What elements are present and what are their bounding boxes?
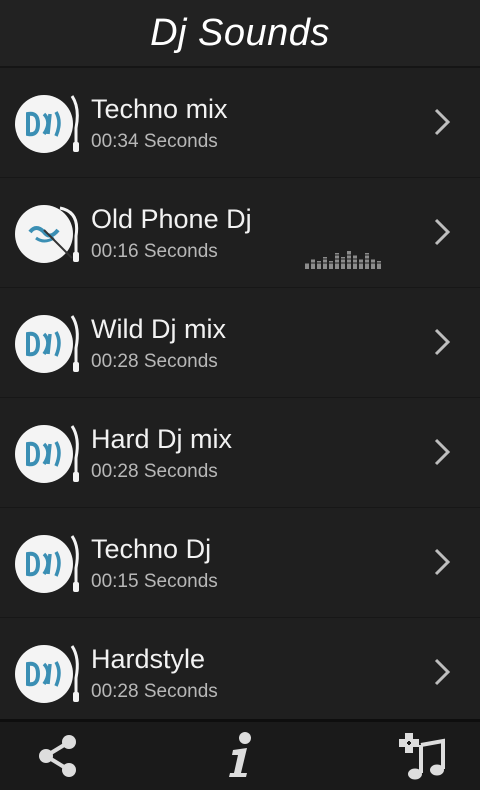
sound-item-hardstyle[interactable]: Hardstyle 00:28 Seconds <box>0 618 480 728</box>
bottom-toolbar <box>0 719 480 790</box>
sound-list: Techno mix 00:34 Seconds Old Phone Dj 00… <box>0 68 480 728</box>
song-title: Techno Dj <box>91 534 212 564</box>
chevron-right-icon <box>434 328 451 356</box>
sound-item-techno-dj[interactable]: Techno Dj 00:15 Seconds <box>0 508 480 618</box>
share-icon <box>39 735 76 777</box>
song-title: Hard Dj mix <box>91 424 233 454</box>
song-duration: 00:28 Seconds <box>91 681 218 702</box>
dj-logo-icon <box>15 315 79 373</box>
equalizer-icon <box>305 251 383 269</box>
song-title: Hardstyle <box>91 644 206 674</box>
dj-logo-icon <box>15 95 79 153</box>
dj-logo-icon <box>15 645 79 703</box>
song-duration: 00:34 Seconds <box>91 131 218 152</box>
chevron-right-icon <box>434 438 451 466</box>
song-duration: 00:16 Seconds <box>91 241 218 262</box>
song-duration: 00:15 Seconds <box>91 571 218 592</box>
sound-item-wild-dj-mix[interactable]: Wild Dj mix 00:28 Seconds <box>0 288 480 398</box>
dj-logo-icon <box>15 425 79 483</box>
chevron-right-icon <box>434 108 451 136</box>
song-duration: 00:28 Seconds <box>91 461 218 482</box>
song-title: Techno mix <box>91 94 228 124</box>
song-duration: 00:28 Seconds <box>91 351 218 372</box>
info-icon <box>229 732 251 777</box>
info-button[interactable] <box>212 728 268 784</box>
app-title: Dj Sounds <box>150 11 330 54</box>
add-music-icon <box>399 733 445 780</box>
chevron-right-icon <box>434 658 451 686</box>
add-music-button[interactable] <box>394 728 450 784</box>
dj-logo-icon <box>15 205 79 263</box>
sound-item-old-phone-dj[interactable]: Old Phone Dj 00:16 Seconds <box>0 178 480 288</box>
song-title: Wild Dj mix <box>91 314 226 344</box>
chevron-right-icon <box>434 548 451 576</box>
share-button[interactable] <box>30 728 86 784</box>
sound-item-hard-dj-mix[interactable]: Hard Dj mix 00:28 Seconds <box>0 398 480 508</box>
header-bar: Dj Sounds <box>0 0 480 68</box>
sound-item-techno-mix[interactable]: Techno mix 00:34 Seconds <box>0 68 480 178</box>
screen: Dj Sounds Techno mix 00:34 Seconds Old P… <box>0 0 480 790</box>
song-title: Old Phone Dj <box>91 204 252 234</box>
chevron-right-icon <box>434 218 451 246</box>
dj-logo-icon <box>15 535 79 593</box>
